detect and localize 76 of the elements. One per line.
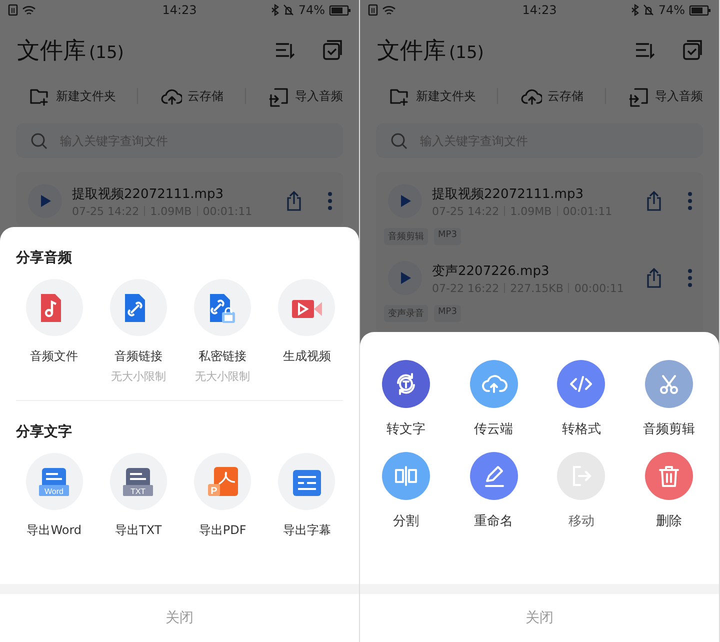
file-tag: 音频剪辑 [384, 228, 428, 245]
sim-card-icon [368, 4, 378, 16]
more-icon[interactable] [687, 268, 693, 288]
file-tag: MP3 [434, 305, 461, 322]
battery-percent: 74% [658, 3, 685, 17]
wifi-icon [22, 4, 36, 16]
pdf-document-icon[interactable]: P [194, 453, 252, 510]
bluetooth-icon [271, 4, 280, 16]
file-name[interactable]: 提取视频22072111.mp3 [432, 184, 633, 202]
action-label: 转文字 [386, 421, 426, 438]
wifi-icon [382, 4, 396, 16]
action-label: 重命名 [474, 513, 514, 530]
icon-badge-text: P [210, 486, 217, 496]
action-label: 移动 [568, 513, 594, 530]
play-button[interactable] [388, 261, 422, 295]
search-icon [30, 132, 48, 150]
file-count: (15) [89, 42, 124, 62]
import-arrow-icon [627, 85, 649, 107]
status-time: 14:23 [522, 3, 557, 17]
play-button[interactable] [28, 184, 62, 218]
sim-card-icon [8, 4, 18, 16]
more-icon[interactable] [327, 191, 333, 211]
multi-select-icon[interactable] [681, 39, 703, 61]
section-title: 分享文字 [14, 422, 73, 441]
toolbar-link[interactable]: 新建文件夹 [416, 88, 476, 104]
muted-bell-icon [283, 4, 294, 16]
option-label: 音频文件 [30, 348, 78, 365]
option-note: 无大小限制 [110, 369, 166, 384]
file-count: (15) [449, 42, 484, 62]
file-tag: MP3 [434, 228, 461, 245]
more-icon[interactable] [687, 191, 693, 211]
icon-badge-text: TXT [130, 486, 146, 496]
option-label: 导出TXT [115, 522, 162, 539]
action-label: 分割 [392, 513, 419, 530]
split-icon[interactable] [382, 452, 430, 500]
status-time: 14:23 [162, 3, 197, 17]
toolbar-link[interactable]: 云存储 [548, 88, 584, 104]
muted-bell-icon [643, 4, 654, 16]
cloud-upload-icon[interactable] [470, 360, 518, 408]
action-label: 转格式 [562, 421, 601, 438]
action-label: 传云端 [474, 421, 514, 438]
file-name[interactable]: 提取视频22072111.mp3 [72, 184, 273, 202]
play-button[interactable] [388, 184, 422, 218]
import-arrow-icon [267, 85, 289, 107]
option-label: 导出PDF [198, 522, 246, 539]
toolbar-link[interactable]: 云存储 [188, 88, 224, 104]
scissors-icon[interactable] [645, 360, 694, 408]
page-title: 文件库 [17, 36, 86, 66]
toolbar-link[interactable]: 新建文件夹 [56, 88, 116, 104]
bluetooth-icon [631, 4, 640, 16]
txt-document-icon[interactable]: TXT [110, 453, 167, 510]
toolbar-link[interactable]: 导入音频 [295, 88, 343, 104]
icon-badge-text: Word [44, 486, 64, 496]
file-tag: 变声录音 [384, 305, 428, 322]
word-document-icon[interactable]: Word [26, 453, 83, 510]
multi-select-icon[interactable] [321, 39, 343, 61]
pencil-icon[interactable] [470, 452, 518, 500]
page-title: 文件库 [377, 36, 446, 66]
option-label: 生成视频 [282, 348, 331, 365]
battery-icon [329, 4, 351, 16]
file-name[interactable]: 变声2207226.mp3 [432, 262, 633, 280]
action-label: 删除 [656, 513, 682, 530]
option-label: 音频链接 [114, 348, 162, 365]
section-title: 分享音频 [14, 248, 73, 267]
option-label: 导出字幕 [282, 522, 331, 539]
battery-icon [689, 4, 711, 16]
option-note: 无大小限制 [195, 369, 250, 384]
battery-percent: 74% [298, 3, 325, 17]
search-icon [390, 132, 408, 150]
option-label: 导出Word [26, 522, 82, 539]
action-label: 音频剪辑 [643, 421, 696, 438]
option-label: 私密链接 [198, 348, 247, 365]
text-sync-icon[interactable] [382, 360, 430, 408]
trash-icon[interactable] [645, 452, 694, 500]
toolbar-link[interactable]: 导入音频 [655, 88, 703, 104]
code-icon[interactable] [557, 360, 606, 408]
